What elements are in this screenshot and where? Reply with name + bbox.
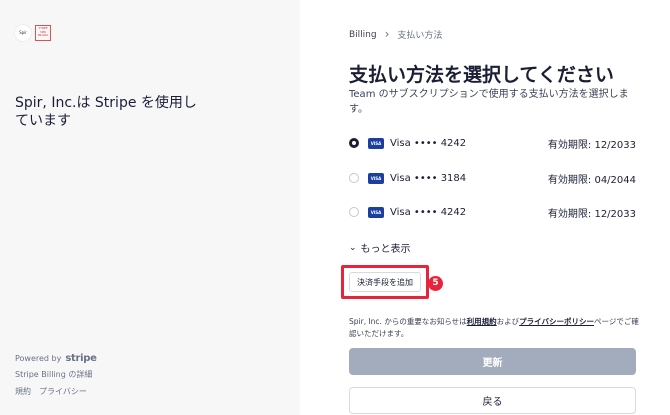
privacy-link[interactable]: プライバシー [39,386,87,397]
chevron-right-icon: › [384,27,390,41]
back-button[interactable]: 戻る [349,387,636,414]
merchant-logo-row: Spir STRIPE SPIR BILLING [15,25,51,41]
payment-method-row[interactable]: VISA Visa •••• 4242 有効期限: 12/2033 [349,202,636,222]
card-expiry: 有効期限: 04/2044 [547,174,636,186]
legal-notice: Spir, Inc. からの重要なお知らせは利用規約およびプライバシーポリシーペ… [349,316,639,340]
visa-card-icon: VISA [368,206,384,218]
card-label: Visa •••• 3184 [390,172,467,184]
visa-card-icon: VISA [368,137,384,149]
legal-links: 規約 プライバシー [15,386,87,397]
visa-card-icon: VISA [368,172,384,184]
payment-method-row[interactable]: VISA Visa •••• 4242 有効期限: 12/2033 [349,133,636,153]
radio-unselected-icon[interactable] [349,207,359,217]
radio-selected-icon[interactable] [349,138,359,148]
card-label: Visa •••• 4242 [390,137,467,149]
merchant-statement: Spir, Inc.は Stripe を使用しています [15,95,197,129]
card-label: Visa •••• 4242 [390,206,467,218]
breadcrumb-current: 支払い方法 [397,31,443,41]
breadcrumb: Billing › 支払い方法 [349,28,442,41]
powered-by-label: Powered by [15,354,62,363]
stripe-billing-details-link[interactable]: Stripe Billing の詳細 [15,369,92,380]
left-panel: Spir STRIPE SPIR BILLING Spir, Inc.は Str… [0,0,300,415]
notice-prefix: Spir, Inc. からの重要なお知らせは [349,317,467,326]
stripe-wordmark: stripe [65,353,97,364]
show-more-label: もっと表示 [360,244,411,255]
payment-method-row[interactable]: VISA Visa •••• 3184 有効期限: 04/2044 [349,168,636,188]
stamp-logo: STRIPE SPIR BILLING [35,25,51,41]
spir-logo[interactable]: Spir [15,25,31,41]
card-expiry: 有効期限: 12/2033 [547,139,636,151]
page-title: 支払い方法を選択してください [349,64,614,86]
card-expiry: 有効期限: 12/2033 [547,208,636,220]
powered-by-stripe[interactable]: Powered by stripe [15,353,97,364]
show-more-button[interactable]: ⌄ もっと表示 [349,240,411,256]
terms-link[interactable]: 規約 [15,386,31,397]
radio-unselected-icon[interactable] [349,173,359,183]
notice-privacy-link[interactable]: プライバシーポリシー [519,317,594,326]
notice-middle: および [496,317,520,326]
add-payment-method-button[interactable]: 決済手段を追加 [349,272,421,292]
right-panel: Billing › 支払い方法 支払い方法を選択してください Team のサブス… [300,0,670,415]
chevron-down-icon: ⌄ [349,242,357,253]
update-button[interactable]: 更新 [349,348,636,375]
breadcrumb-billing[interactable]: Billing [349,30,377,40]
notice-terms-link[interactable]: 利用規約 [467,317,497,326]
page-subtitle: Team のサブスクリプションで使用する支払い方法を選択します。 [349,89,629,115]
step-badge: 5 [428,276,443,291]
